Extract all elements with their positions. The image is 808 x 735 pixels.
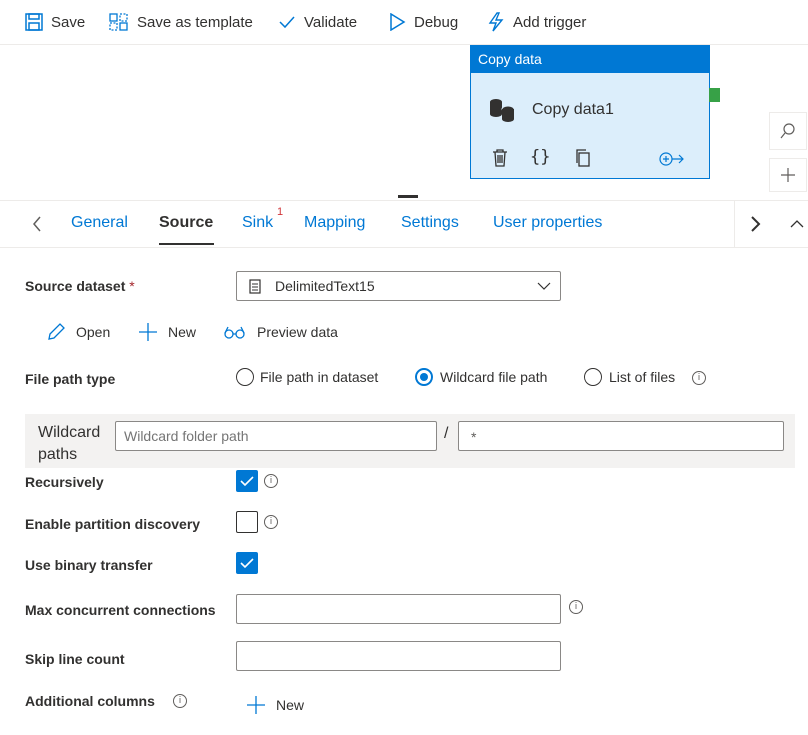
validate-label: Validate (304, 13, 358, 31)
chevron-left-icon[interactable] (32, 216, 42, 232)
recursively-checkbox[interactable] (236, 470, 258, 492)
binary-transfer-label: Use binary transfer (25, 557, 153, 573)
toolbar: Save Save as template Validate Debug Add… (0, 0, 808, 45)
info-icon[interactable]: i (264, 515, 278, 529)
pencil-icon (48, 323, 65, 340)
preview-data-button[interactable]: Preview data (223, 322, 338, 342)
active-tab-indicator (159, 243, 214, 245)
open-label: Open (76, 324, 111, 340)
paths-label: paths (38, 446, 78, 463)
tab-settings[interactable]: Settings (401, 214, 459, 232)
wildcard-folder-path-input[interactable] (115, 421, 437, 451)
wildcard-file-name-input[interactable]: * (458, 421, 784, 451)
recursively-label: Recursively (25, 474, 104, 490)
max-connections-input[interactable] (236, 594, 561, 624)
source-dataset-label: Source dataset * (25, 278, 135, 294)
save-icon (25, 13, 43, 31)
open-dataset-button[interactable]: Open (46, 322, 110, 342)
debug-button[interactable]: Debug (388, 10, 458, 34)
save-as-template-label: Save as template (137, 13, 253, 31)
zoom-in-button[interactable] (769, 158, 807, 192)
plus-icon (139, 323, 157, 341)
copy-icon[interactable] (574, 149, 592, 167)
new-label: New (168, 324, 197, 340)
path-separator: / (444, 425, 449, 442)
delete-icon[interactable] (492, 149, 508, 167)
tab-general[interactable]: General (71, 214, 128, 232)
glasses-icon (224, 326, 245, 339)
file-path-type-label: File path type (25, 371, 116, 387)
save-button[interactable]: Save (25, 10, 85, 34)
partition-discovery-label: Enable partition discovery (25, 516, 201, 532)
wildcard-file-name-value: * (471, 429, 477, 445)
check-icon (240, 558, 254, 569)
activity-type-label: Copy data (471, 46, 709, 73)
partition-discovery-checkbox[interactable] (236, 511, 258, 533)
chevron-down-icon (537, 282, 551, 290)
dataset-icon (249, 279, 261, 294)
info-icon[interactable]: i (173, 694, 187, 708)
properties-tabs: General Source Sink 1 Mapping Settings U… (0, 200, 808, 248)
tab-mapping[interactable]: Mapping (304, 214, 365, 232)
radio-list-of-files[interactable] (584, 368, 602, 386)
max-connections-label: Max concurrent connections (25, 602, 216, 618)
info-icon[interactable]: i (264, 474, 278, 488)
add-output-icon[interactable] (659, 151, 685, 167)
validate-button[interactable]: Validate (278, 10, 357, 34)
radio-wildcard-file-path[interactable] (415, 368, 433, 386)
wildcard-label: Wildcard (38, 424, 101, 441)
preview-data-label: Preview data (257, 324, 338, 340)
radio-file-path-in-dataset[interactable] (236, 368, 254, 386)
add-column-button[interactable]: New (246, 695, 304, 715)
list-of-files-label: List of files (609, 369, 676, 385)
chevron-up-icon[interactable] (790, 219, 804, 229)
additional-columns-label: Additional columns (25, 693, 155, 709)
wildcard-file-path-label: Wildcard file path (440, 369, 548, 385)
database-icon (490, 99, 515, 122)
code-icon[interactable]: {} (530, 147, 550, 167)
check-icon (279, 16, 295, 29)
save-label: Save (51, 13, 86, 31)
new-dataset-button[interactable]: New (138, 322, 196, 342)
search-icon (780, 123, 795, 139)
panel-resize-handle[interactable] (398, 195, 418, 198)
success-connector[interactable] (709, 88, 720, 102)
binary-transfer-checkbox[interactable] (236, 552, 258, 574)
tab-sink[interactable]: Sink (242, 214, 273, 232)
source-dataset-value: DelimitedText15 (275, 278, 375, 294)
template-icon (109, 13, 128, 31)
activity-name: Copy data1 (532, 101, 614, 118)
save-as-template-button[interactable]: Save as template (109, 10, 253, 34)
chevron-right-icon[interactable] (750, 216, 762, 232)
add-column-label: New (276, 697, 305, 713)
plus-icon (247, 696, 265, 714)
info-icon[interactable]: i (692, 371, 706, 385)
debug-label: Debug (414, 13, 459, 31)
play-icon (390, 13, 406, 31)
plus-icon (781, 168, 795, 182)
skip-line-count-label: Skip line count (25, 651, 125, 667)
sink-error-badge: 1 (277, 206, 284, 218)
tab-source[interactable]: Source (159, 214, 213, 232)
info-icon[interactable]: i (569, 600, 583, 614)
add-trigger-button[interactable]: Add trigger (487, 10, 586, 34)
add-trigger-label: Add trigger (513, 13, 587, 31)
tab-user-properties[interactable]: User properties (493, 214, 602, 232)
tabs-divider (734, 201, 735, 247)
file-path-in-dataset-label: File path in dataset (260, 369, 379, 385)
skip-line-count-input[interactable] (236, 641, 561, 671)
trigger-icon (488, 12, 504, 32)
check-icon (240, 476, 254, 487)
source-dataset-select[interactable]: DelimitedText15 (236, 271, 561, 301)
required-mark: * (129, 278, 135, 294)
search-button[interactable] (769, 112, 807, 150)
